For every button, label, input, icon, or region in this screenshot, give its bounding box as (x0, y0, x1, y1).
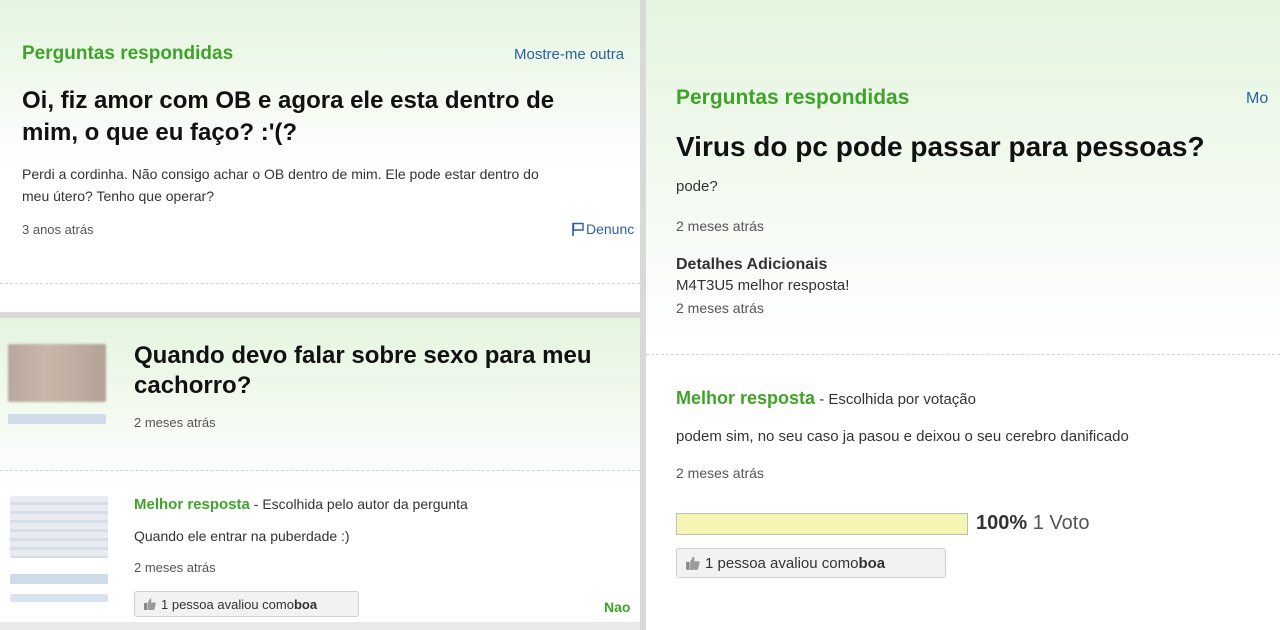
rating-prefix: 1 pessoa avaliou como (705, 554, 859, 572)
vote-percent: 100% (976, 512, 1028, 534)
best-answer-label: Melhor resposta (134, 496, 250, 513)
user-avatar (8, 344, 106, 402)
section-title: Perguntas respondidas (22, 43, 234, 64)
vote-bar-track (676, 513, 968, 535)
question-body-line1: Perdi a cordinha. Não consigo achar o OB… (22, 166, 539, 182)
question-panel-virus: Perguntas respondidas Mo Virus do pc pod… (646, 0, 1280, 630)
report-link[interactable]: Denunc (570, 221, 634, 240)
answer-time: 2 meses atrás (134, 560, 216, 575)
footer-partial-link[interactable]: Nao (604, 599, 630, 615)
answerer-avatar (10, 496, 108, 558)
answer-text: Quando ele entrar na puberdade :) (134, 528, 350, 544)
best-answer-header: Melhor resposta - Escolhida pelo autor d… (134, 496, 468, 513)
rating-button[interactable]: 1 pessoa avaliou como boa (676, 548, 946, 578)
rating-prefix: 1 pessoa avaliou como (161, 596, 294, 612)
avatar-caption-blur (8, 414, 106, 424)
thumbs-up-icon (685, 555, 701, 571)
best-answer-header: Melhor resposta - Escolhida por votação (676, 388, 976, 409)
vote-stats: 100% 1 Voto (976, 512, 1089, 535)
question-title-line1: Oi, fiz amor com OB e agora ele esta den… (22, 87, 555, 114)
show-other-link[interactable]: Mostre-me outra (514, 46, 624, 63)
rating-bold: boa (858, 554, 886, 572)
vote-count: 1 Voto (1032, 512, 1090, 534)
divider (0, 283, 640, 284)
question-body-line2: meu útero? Tenho que operar? (22, 188, 214, 204)
question-title: Virus do pc pode passar para pessoas? (676, 131, 1205, 162)
details-text: M4T3U5 melhor resposta! (676, 277, 850, 294)
divider (646, 354, 1280, 355)
flag-icon (570, 221, 586, 240)
section-title: Perguntas respondidas (676, 86, 910, 109)
collage-separator-vertical (640, 0, 646, 630)
question-panel-dog: Quando devo falar sobre sexo para meu ca… (0, 318, 640, 630)
report-label: Denunc (586, 221, 635, 238)
details-label: Detalhes Adicionais (676, 256, 828, 273)
question-title-line2: mim, o que eu faço? :'(? (22, 119, 298, 146)
rating-button[interactable]: 1 pessoa avaliou como boa (134, 591, 359, 617)
best-answer-chosen: - Escolhida pelo autor da pergunta (249, 496, 468, 512)
bottom-bar (0, 622, 640, 630)
best-answer-chosen: - Escolhida por votação (815, 391, 976, 408)
question-panel-ob: Perguntas respondidas Mostre-me outra Oi… (0, 0, 640, 312)
question-time: 2 meses atrás (676, 218, 764, 234)
thumbs-up-icon (143, 597, 157, 611)
question-time: 3 anos atrás (22, 222, 94, 237)
question-body: pode? (676, 178, 718, 195)
collage-separator-horizontal (0, 312, 640, 318)
answer-time: 2 meses atrás (676, 465, 764, 481)
show-other-link[interactable]: Mo (1246, 90, 1268, 108)
answerer-caption-blur (10, 574, 108, 584)
vote-bar-fill (677, 514, 967, 534)
answer-text: podem sim, no seu caso ja pasou e deixou… (676, 428, 1129, 445)
question-time: 2 meses atrás (134, 415, 216, 430)
question-title-line2: cachorro? (134, 372, 252, 399)
details-time: 2 meses atrás (676, 300, 764, 316)
rating-bold: boa (293, 596, 318, 612)
divider (0, 470, 640, 471)
question-title-line1: Quando devo falar sobre sexo para meu (134, 342, 592, 369)
answerer-caption-blur-2 (10, 594, 108, 602)
best-answer-label: Melhor resposta (676, 388, 816, 408)
